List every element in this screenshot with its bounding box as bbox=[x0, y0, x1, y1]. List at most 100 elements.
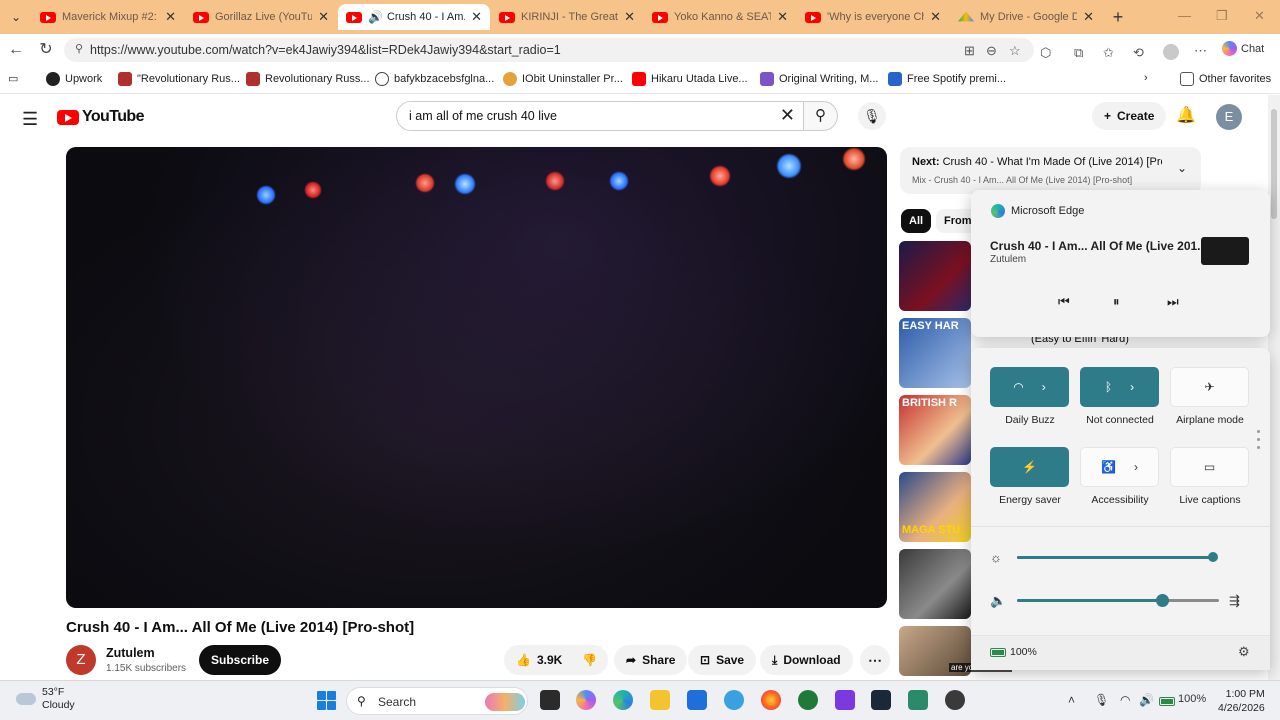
scrollbar-thumb[interactable] bbox=[1271, 109, 1277, 219]
tab-gorillaz-live[interactable]: Gorillaz Live (YouTube ✕ bbox=[185, 4, 337, 30]
video-player[interactable] bbox=[66, 147, 887, 608]
close-window-icon[interactable]: ✕ bbox=[1254, 8, 1265, 24]
previous-track-icon[interactable]: ⏮ bbox=[1058, 294, 1070, 310]
taskbar-search[interactable]: ⚲ Search bbox=[346, 687, 528, 715]
youtube-logo[interactable]: YouTube bbox=[57, 108, 144, 126]
copilot-chat-button[interactable]: Chat bbox=[1222, 41, 1264, 56]
tab-crush-40-active[interactable]: 🔊 Crush 40 - I Am... A ✕ bbox=[338, 4, 490, 30]
favorite-bafykbzace[interactable]: bafykbzacebsfglna... bbox=[375, 72, 494, 86]
more-menu-icon[interactable]: ⋯ bbox=[1194, 43, 1207, 59]
dislike-button[interactable]: 👎 bbox=[582, 653, 597, 667]
favorite-original-writing[interactable]: Original Writing, M... bbox=[760, 72, 878, 86]
download-button[interactable]: ⤓ Download bbox=[760, 645, 853, 675]
tab-maverick-mixup[interactable]: Maverick Mixup #2: Ak ✕ bbox=[32, 4, 184, 30]
favorite-revolutionary-rus-1[interactable]: "Revolutionary Rus... bbox=[118, 72, 240, 86]
tab-actions-menu-icon[interactable]: ⌄ bbox=[6, 7, 26, 27]
notifications-bell-icon[interactable]: 🔔 bbox=[1176, 105, 1196, 125]
copilot-icon[interactable] bbox=[576, 690, 596, 710]
chevron-right-icon[interactable]: › bbox=[1130, 380, 1134, 394]
close-tab-icon[interactable]: ✕ bbox=[624, 9, 635, 25]
hamburger-menu-icon[interactable]: ☰ bbox=[22, 109, 38, 130]
save-button[interactable]: ⊡ Save bbox=[688, 645, 757, 675]
minimize-icon[interactable]: — bbox=[1178, 8, 1191, 23]
other-favorites[interactable]: Other favorites bbox=[1180, 72, 1271, 86]
volume-icon[interactable]: 🔊 bbox=[1139, 693, 1154, 707]
brightness-slider-thumb[interactable] bbox=[1208, 552, 1218, 562]
wifi-toggle[interactable]: ◠ › bbox=[990, 367, 1069, 407]
steam-icon[interactable] bbox=[871, 690, 891, 710]
creative-app-icon[interactable] bbox=[835, 690, 855, 710]
airplane-mode-toggle[interactable]: ✈ bbox=[1170, 367, 1249, 407]
close-tab-icon[interactable]: ✕ bbox=[471, 9, 482, 25]
edge-icon[interactable] bbox=[613, 690, 633, 710]
chevron-right-icon[interactable]: › bbox=[1144, 72, 1148, 84]
zoom-icon[interactable]: ⊖ bbox=[986, 43, 997, 59]
recommended-thumbnail[interactable] bbox=[899, 549, 971, 619]
task-view-icon[interactable] bbox=[540, 690, 560, 710]
upwork-icon[interactable] bbox=[798, 690, 818, 710]
extensions-icon[interactable]: ⬡ bbox=[1040, 45, 1051, 61]
profile-avatar-icon[interactable] bbox=[1163, 44, 1179, 60]
search-box[interactable]: i am all of me crush 40 live ✕ bbox=[396, 101, 804, 131]
favorite-iobit[interactable]: IObit Uninstaller Pr... bbox=[503, 72, 623, 86]
recommended-thumbnail[interactable]: BRITISH R bbox=[899, 395, 971, 465]
share-button[interactable]: ➦ Share bbox=[614, 645, 688, 675]
recommended-thumbnail[interactable] bbox=[899, 241, 971, 311]
tab-why-chinese[interactable]: 'Why is everyone Chine ✕ bbox=[797, 4, 949, 30]
chevron-down-icon[interactable]: ⌄ bbox=[1177, 161, 1187, 175]
windows-start-icon[interactable] bbox=[317, 691, 336, 710]
battery-icon[interactable] bbox=[1159, 695, 1175, 709]
close-tab-icon[interactable]: ✕ bbox=[1083, 9, 1094, 25]
close-tab-icon[interactable]: ✕ bbox=[165, 9, 176, 25]
settings-gear-icon[interactable]: ⚙ bbox=[1238, 644, 1250, 660]
tab-google-drive[interactable]: My Drive - Google Driv ✕ bbox=[950, 4, 1102, 30]
chevron-right-icon[interactable]: › bbox=[1134, 460, 1138, 474]
pause-icon[interactable]: ⏸ bbox=[1113, 294, 1120, 310]
clear-search-icon[interactable]: ✕ bbox=[780, 105, 795, 126]
create-button[interactable]: + Create bbox=[1092, 102, 1167, 130]
internet-explorer-icon[interactable] bbox=[724, 690, 744, 710]
accessibility-toggle[interactable]: ♿ › bbox=[1080, 447, 1159, 487]
more-actions-button[interactable]: ⋯ bbox=[860, 645, 890, 675]
close-tab-icon[interactable]: ✕ bbox=[318, 9, 329, 25]
history-icon[interactable]: ⟲ bbox=[1133, 45, 1144, 61]
favorites-icon[interactable]: ✩ bbox=[1103, 45, 1114, 61]
audio-playing-icon[interactable]: 🔊 bbox=[368, 10, 383, 24]
favorites-bar-toggle-icon[interactable]: ▭ bbox=[8, 72, 18, 85]
show-hidden-icons-chevron-icon[interactable]: ˄ bbox=[1068, 693, 1075, 707]
microphone-in-use-icon[interactable]: 🎙 bbox=[1094, 693, 1109, 707]
next-up-panel[interactable]: Next: Crush 40 - What I'm Made Of (Live … bbox=[900, 147, 1201, 194]
microphone-icon[interactable]: 🎙 bbox=[858, 102, 886, 130]
energy-saver-toggle[interactable]: ⚡ bbox=[990, 447, 1069, 487]
favorite-upwork[interactable]: Upwork bbox=[46, 72, 102, 86]
favorite-revolutionary-rus-2[interactable]: Revolutionary Russ... bbox=[246, 72, 370, 86]
chip-all[interactable]: All bbox=[901, 209, 932, 233]
close-tab-icon[interactable]: ✕ bbox=[930, 9, 941, 25]
tab-yoko-kanno[interactable]: Yoko Kanno & SEATBELT ✕ bbox=[644, 4, 796, 30]
maximize-icon[interactable]: ❐ bbox=[1216, 8, 1228, 24]
split-screen-icon[interactable]: ⧉ bbox=[1074, 45, 1083, 61]
battery-status[interactable]: 100% bbox=[990, 646, 1037, 658]
terminal-icon[interactable] bbox=[908, 690, 928, 710]
favorite-star-icon[interactable]: ☆ bbox=[1009, 43, 1021, 59]
recommended-thumbnail[interactable]: EASY HAR bbox=[899, 318, 971, 388]
back-arrow-icon[interactable]: ← bbox=[6, 40, 26, 60]
favorite-free-spotify[interactable]: Free Spotify premi... bbox=[888, 72, 1006, 86]
search-button[interactable]: ⚲ bbox=[804, 101, 838, 131]
audio-output-icon[interactable]: ⇶ bbox=[1229, 593, 1240, 609]
app-available-icon[interactable]: ⊞ bbox=[964, 43, 975, 59]
url-text[interactable]: https://www.youtube.com/watch?v=ek4Jawiy… bbox=[90, 43, 561, 57]
wifi-icon[interactable]: ◠ bbox=[1120, 693, 1130, 707]
clock[interactable]: 1:00 PM 4/26/2026 bbox=[1218, 687, 1265, 715]
address-bar[interactable]: ⚲ https://www.youtube.com/watch?v=ek4Jaw… bbox=[64, 38, 1034, 62]
like-button[interactable]: 👍 3.9K bbox=[516, 653, 562, 667]
close-tab-icon[interactable]: ✕ bbox=[777, 9, 788, 25]
chevron-right-icon[interactable]: › bbox=[1042, 380, 1046, 394]
site-info-icon[interactable]: ⚲ bbox=[72, 42, 86, 56]
microsoft-store-icon[interactable] bbox=[687, 690, 707, 710]
volume-slider-thumb[interactable] bbox=[1156, 594, 1170, 607]
firefox-icon[interactable] bbox=[761, 690, 781, 710]
user-avatar[interactable]: E bbox=[1216, 104, 1242, 130]
live-captions-toggle[interactable]: ▭ bbox=[1170, 447, 1249, 487]
search-input[interactable]: i am all of me crush 40 live bbox=[409, 109, 557, 123]
